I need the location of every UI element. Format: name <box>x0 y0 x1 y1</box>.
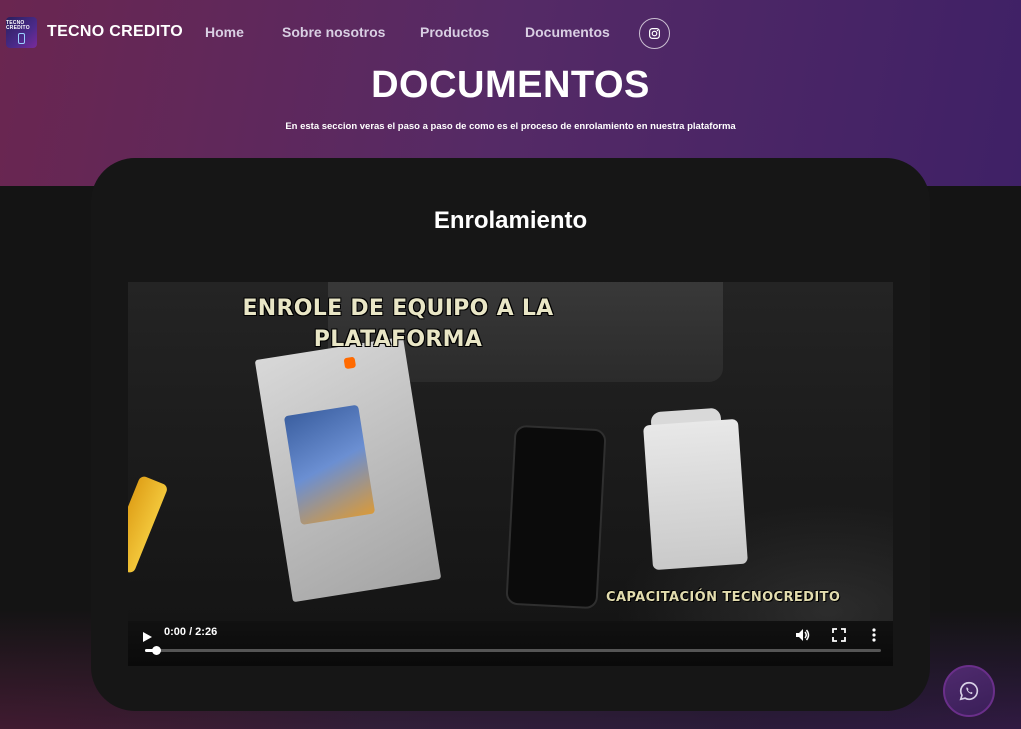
video-box-logo-shape <box>343 356 357 370</box>
video-stand-shape <box>643 418 748 571</box>
page-subtitle: En esta seccion veras el paso a paso de … <box>285 121 736 132</box>
instagram-button[interactable] <box>639 18 670 49</box>
video-frame[interactable]: ENROLE DE EQUIPO A LA PLATAFORMA CAPACIT… <box>128 282 893 621</box>
nav-documents[interactable]: Documentos <box>525 24 610 40</box>
video-overlay-caption: CAPACITACIÓN TECNOCREDITO <box>606 590 841 605</box>
video-card: Enrolamiento ENROLE DE EQUIPO A LA PLATA… <box>91 158 930 711</box>
navbar: TECNO CREDITO TECNO CREDITO Home Sobre n… <box>0 0 1021 66</box>
play-icon[interactable] <box>140 630 154 644</box>
page-title: DOCUMENTOS <box>371 64 650 106</box>
video-overlay-title-line1: ENROLE DE EQUIPO A LA <box>242 296 554 321</box>
more-options-icon[interactable] <box>870 627 878 643</box>
brand-name[interactable]: TECNO CREDITO <box>47 23 183 41</box>
video-player[interactable]: ENROLE DE EQUIPO A LA PLATAFORMA CAPACIT… <box>128 282 893 666</box>
whatsapp-button[interactable] <box>943 665 995 717</box>
video-overlay-title-line2: PLATAFORMA <box>313 327 483 352</box>
logo-text: TECNO CREDITO <box>6 20 30 31</box>
video-overlay-title: ENROLE DE EQUIPO A LA PLATAFORMA <box>128 293 668 355</box>
nav-products[interactable]: Productos <box>420 24 489 40</box>
nav-home[interactable]: Home <box>205 24 244 40</box>
video-progress-thumb[interactable] <box>152 646 162 655</box>
nav-about[interactable]: Sobre nosotros <box>282 24 385 40</box>
fullscreen-icon[interactable] <box>832 628 846 642</box>
video-phone-shape <box>505 424 607 610</box>
logo-phone-icon <box>18 33 25 44</box>
volume-icon[interactable] <box>794 627 810 643</box>
video-progress-bar[interactable] <box>145 646 881 655</box>
logo[interactable]: TECNO CREDITO <box>6 17 37 48</box>
whatsapp-icon <box>959 681 979 701</box>
instagram-icon <box>649 28 660 39</box>
card-title: Enrolamiento <box>433 207 588 234</box>
video-pen-shape <box>128 474 169 575</box>
video-controls: 0:00 / 2:26 <box>128 621 893 666</box>
video-box-screen-shape <box>283 404 376 526</box>
video-time: 0:00 / 2:26 <box>164 626 218 638</box>
